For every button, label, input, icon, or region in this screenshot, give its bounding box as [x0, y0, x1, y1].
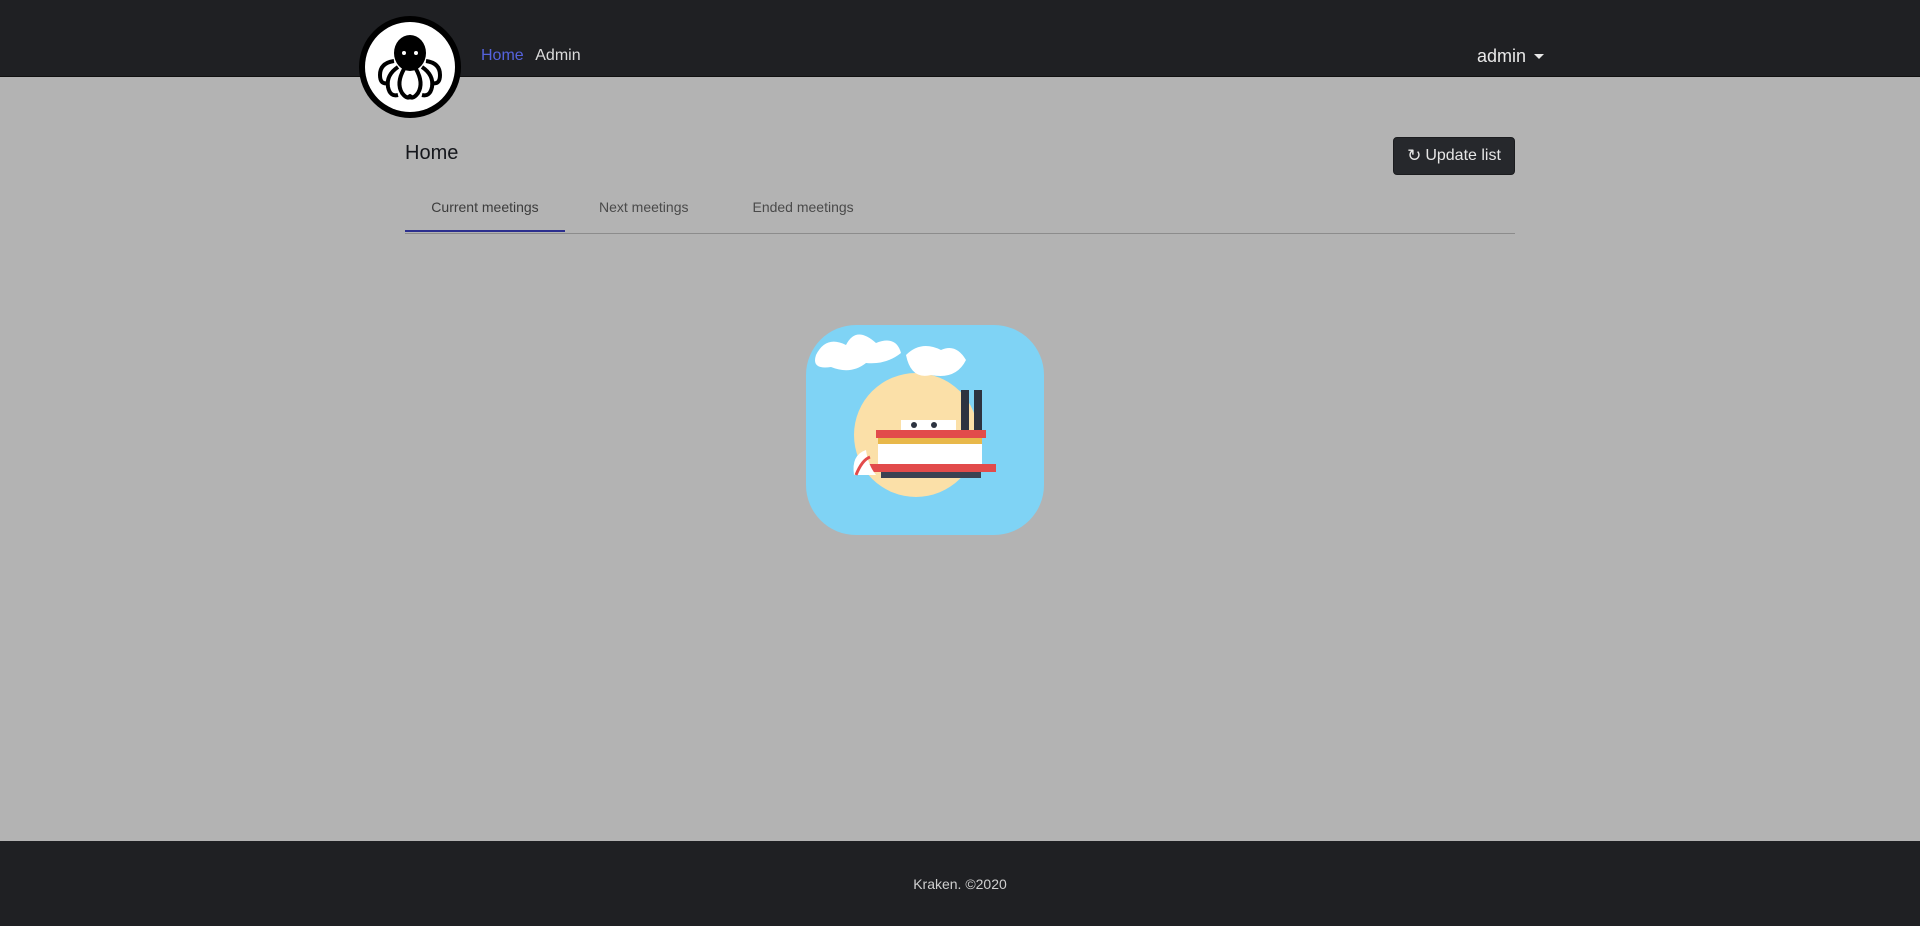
steamboat-illustration	[806, 325, 1044, 535]
nav-link-home[interactable]: Home	[481, 47, 524, 64]
tab-ended-meetings[interactable]: Ended meetings	[752, 190, 853, 232]
update-list-label: Update list	[1425, 147, 1501, 164]
update-list-button[interactable]: ↻ Update list	[1393, 137, 1515, 175]
kraken-logo-icon[interactable]	[359, 16, 461, 118]
refresh-icon: ↻	[1407, 146, 1422, 165]
logo-inner	[365, 22, 455, 112]
caret-down-icon	[1534, 54, 1545, 59]
page-title: Home	[405, 142, 459, 164]
user-menu-label: admin	[1477, 46, 1527, 66]
nav-link-admin[interactable]: Admin	[535, 47, 580, 64]
top-navbar: Home Admin admin	[0, 0, 1920, 118]
user-menu-dropdown[interactable]: admin	[1477, 46, 1545, 67]
meeting-tabs: Current meetings Next meetings Ended mee…	[405, 190, 1515, 234]
footer: Kraken. ©2020	[0, 841, 1920, 926]
main-nav: Home Admin	[481, 47, 589, 65]
tab-next-meetings[interactable]: Next meetings	[599, 190, 688, 232]
tab-current-meetings[interactable]: Current meetings	[405, 190, 565, 232]
octopus-icon	[377, 35, 443, 100]
footer-text: Kraken. ©2020	[913, 875, 1007, 892]
